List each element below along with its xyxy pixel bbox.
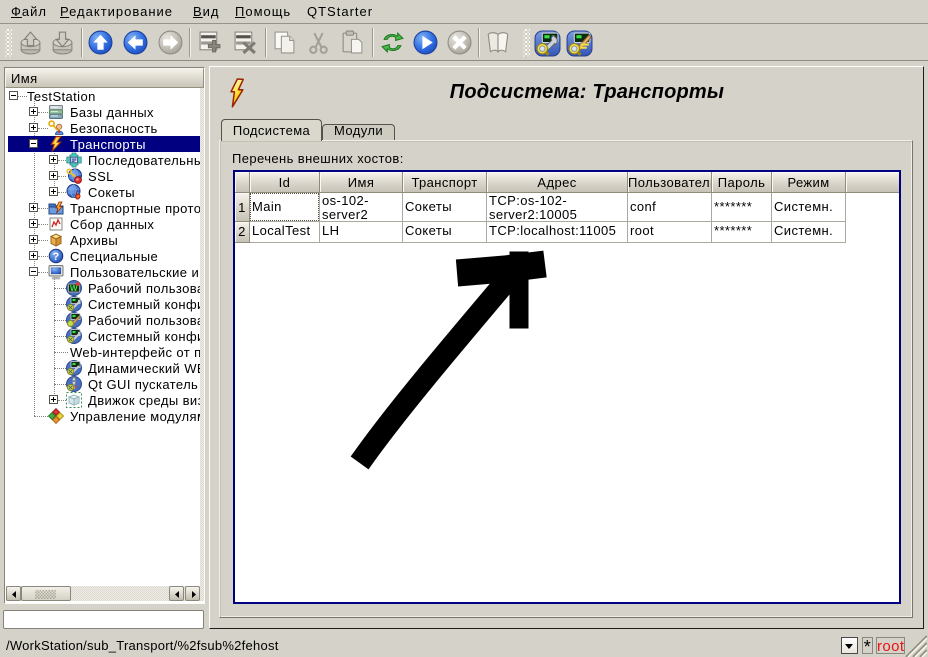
svg-text:?: ? bbox=[52, 251, 59, 263]
